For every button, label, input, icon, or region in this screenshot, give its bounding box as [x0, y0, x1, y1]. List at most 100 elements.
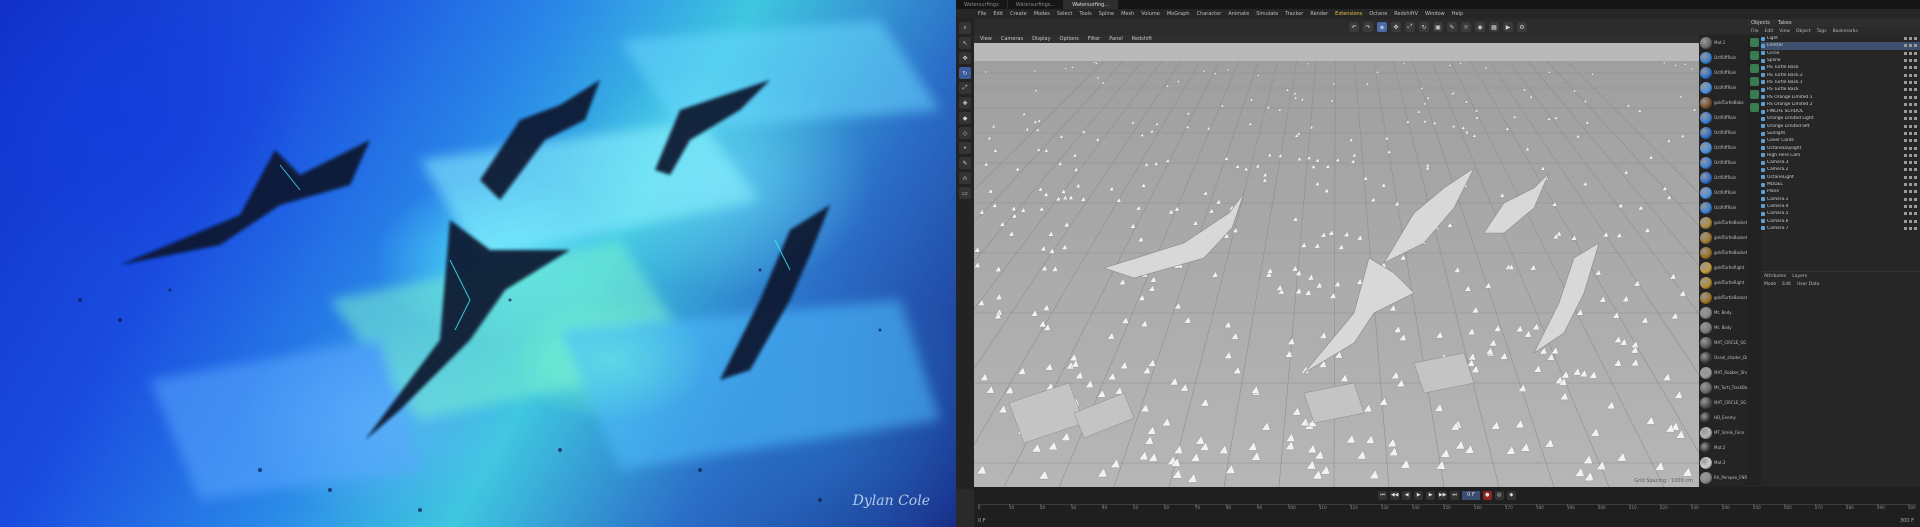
object-tag[interactable] [1909, 219, 1912, 223]
pen-icon[interactable]: ✎ [1447, 22, 1457, 32]
doc-tab-1[interactable]: Watersurfings [956, 0, 1008, 9]
object-tag[interactable] [1904, 95, 1907, 99]
camera-icon[interactable]: ◉ [1475, 22, 1485, 32]
magnet-icon[interactable]: ∩ [959, 172, 971, 184]
object-row[interactable]: Circle [1761, 50, 1920, 57]
object-tag[interactable] [1914, 66, 1917, 70]
material-item[interactable]: OctRiffRain [1699, 110, 1747, 125]
edge-icon[interactable]: ◇ [959, 127, 971, 139]
object-row[interactable]: RS Turtle Back [1761, 86, 1920, 93]
object-row[interactable]: Camera.1 [1761, 196, 1920, 203]
material-item[interactable]: RA_Perspex_FNR [1699, 470, 1747, 485]
material-item[interactable]: goldTurtleBabs [1699, 95, 1747, 110]
object-row[interactable]: RS Orange Limited 1 [1761, 93, 1920, 100]
object-tag[interactable] [1914, 44, 1917, 48]
object-tag[interactable] [1909, 124, 1912, 128]
object-tag[interactable] [1909, 44, 1912, 48]
mograph-icon[interactable] [1749, 38, 1759, 47]
menu-character[interactable]: Character [1197, 11, 1222, 17]
deformer-icon[interactable] [1749, 103, 1759, 112]
object-tag[interactable] [1909, 66, 1912, 70]
settings-icon[interactable]: ⚙ [1517, 22, 1527, 32]
material-item[interactable]: OctRiffRain [1699, 155, 1747, 170]
object-tag[interactable] [1904, 161, 1907, 165]
doc-tab-3[interactable]: Watersurfing... [1064, 0, 1119, 9]
object-tag[interactable] [1914, 117, 1917, 121]
viewport-menu-panel[interactable]: Panel [1109, 36, 1123, 42]
object-tag[interactable] [1904, 44, 1907, 48]
menu-help[interactable]: Help [1452, 11, 1463, 17]
redo-icon[interactable]: ↷ [1363, 22, 1373, 32]
object-tag[interactable] [1909, 59, 1912, 63]
menu-edit[interactable]: Edit [993, 11, 1003, 17]
doc-tab-2[interactable]: Watersurfings... [1008, 0, 1065, 9]
om-menu-view[interactable]: View [1779, 29, 1790, 34]
material-item[interactable]: Mt. Body [1699, 305, 1747, 320]
attr-tab-layers[interactable]: Layers [1792, 274, 1807, 279]
menu-extensions[interactable]: Extensions [1335, 11, 1362, 17]
object-tag[interactable] [1909, 146, 1912, 150]
material-item[interactable]: goldTurtleBasket [1699, 245, 1747, 260]
object-tag[interactable] [1914, 204, 1917, 208]
object-tag[interactable] [1904, 110, 1907, 114]
om-menu-edit[interactable]: Edit [1765, 29, 1774, 34]
menu-redshiftv[interactable]: RedshiftV [1394, 11, 1418, 17]
next-frame-icon[interactable]: ▶ [1426, 490, 1436, 500]
object-tag[interactable] [1909, 183, 1912, 187]
object-tag[interactable] [1914, 190, 1917, 194]
object-tag[interactable] [1909, 153, 1912, 157]
object-row[interactable]: Orange Limited Light [1761, 115, 1920, 122]
object-tag[interactable] [1904, 175, 1907, 179]
polygon-icon[interactable]: ◆ [959, 112, 971, 124]
object-tag[interactable] [1904, 73, 1907, 77]
pointer-icon[interactable]: ↖ [959, 37, 971, 49]
object-tag[interactable] [1909, 117, 1912, 121]
object-tag[interactable] [1904, 197, 1907, 201]
object-tag[interactable] [1909, 161, 1912, 165]
menu-animate[interactable]: Animate [1228, 11, 1249, 17]
menu-mograph[interactable]: MoGraph [1167, 11, 1190, 17]
go-to-start-icon[interactable]: ⏮ [1378, 490, 1388, 500]
prev-frame-icon[interactable]: ◀ [1402, 490, 1412, 500]
object-row[interactable]: Camera.3 [1761, 159, 1920, 166]
object-tag[interactable] [1904, 212, 1907, 216]
menu-create[interactable]: Create [1010, 11, 1027, 17]
viewport-menu-view[interactable]: View [980, 36, 992, 42]
object-tag[interactable] [1909, 226, 1912, 230]
material-item[interactable]: Mt. Body [1699, 320, 1747, 335]
go-to-end-icon[interactable]: ⏭ [1450, 490, 1460, 500]
material-item[interactable]: MAT_CIRCLE_SG [1699, 395, 1747, 410]
object-tag[interactable] [1914, 124, 1917, 128]
object-row[interactable]: FINCHE SCHOOL [1761, 108, 1920, 115]
object-tag[interactable] [1909, 88, 1912, 92]
attr-mode-user-data[interactable]: User Data [1797, 282, 1819, 287]
object-tag[interactable] [1904, 146, 1907, 150]
point-icon[interactable]: • [959, 142, 971, 154]
attr-mode-mode[interactable]: Mode [1764, 282, 1776, 287]
object-tag[interactable] [1909, 95, 1912, 99]
render-icon[interactable]: ▶ [1503, 22, 1513, 32]
material-item[interactable]: HD_Enemy [1699, 410, 1747, 425]
timeline-ruler[interactable]: 0 10 20 30 40 50 60 70 80 90 100 110 120 130 140 150 160… [978, 504, 1916, 516]
viewport-menu-filter[interactable]: Filter [1088, 36, 1100, 42]
object-tag[interactable] [1914, 51, 1917, 55]
material-item[interactable]: goldTurtleRight [1699, 260, 1747, 275]
material-item[interactable]: MAT_CIRCLE_SG [1699, 335, 1747, 350]
material-item[interactable]: Mat.1 [1699, 35, 1747, 50]
om-menu-object[interactable]: Object [1796, 29, 1811, 34]
material-item[interactable]: OctRiffRain [1699, 65, 1747, 80]
object-row[interactable]: Orange Limited left [1761, 123, 1920, 130]
object-tag[interactable] [1909, 110, 1912, 114]
om-menu-file[interactable]: File [1751, 29, 1759, 34]
object-tag[interactable] [1914, 132, 1917, 135]
viewport-menu-options[interactable]: Options [1060, 36, 1079, 42]
object-tag[interactable] [1904, 183, 1907, 187]
object-row[interactable]: Cover Cards [1761, 137, 1920, 144]
object-tag[interactable] [1904, 153, 1907, 157]
grid-icon[interactable]: ▦ [1489, 22, 1499, 32]
object-tag[interactable] [1914, 37, 1917, 41]
menu-octane[interactable]: Octane [1369, 11, 1387, 17]
object-row[interactable]: Camera.6 [1761, 217, 1920, 224]
keyframe-icon[interactable]: ◆ [1506, 490, 1516, 500]
play-icon[interactable]: ▶ [1414, 490, 1424, 500]
